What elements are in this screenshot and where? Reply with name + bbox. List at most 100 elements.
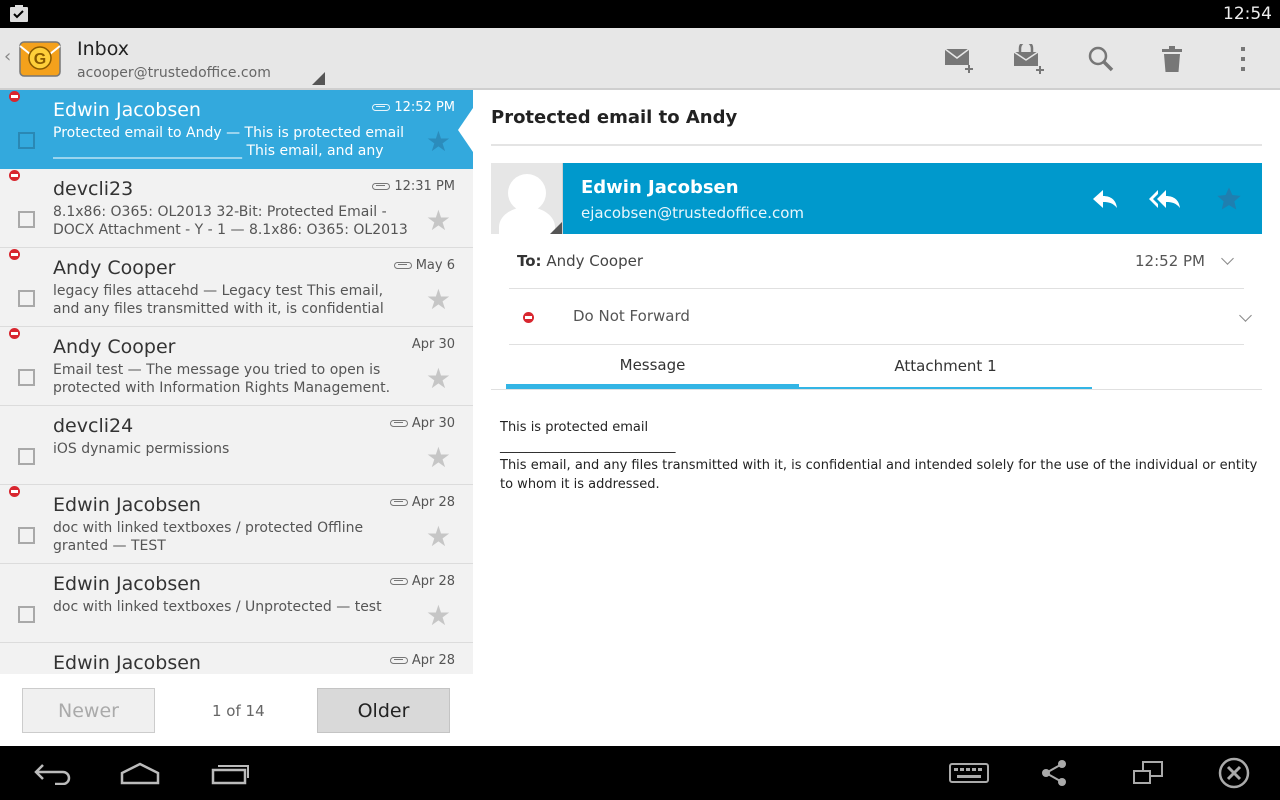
message-tabs: Message Attachment 1	[491, 345, 1262, 390]
recipients-row[interactable]: To: Andy Cooper 12:52 PM	[509, 234, 1244, 289]
message-row[interactable]: Andy Cooper legacy files attacehd — Legac…	[0, 248, 473, 327]
svg-text:G: G	[34, 51, 46, 68]
message-row[interactable]: devcli24 iOS dynamic permissions Apr 30 ★	[0, 406, 473, 485]
search-icon	[1088, 46, 1114, 72]
star-icon[interactable]: ★	[426, 286, 451, 314]
message-time: Apr 28	[411, 574, 455, 589]
favorite-button[interactable]	[1211, 181, 1247, 217]
message-time-group: Apr 28	[389, 653, 455, 668]
body-line: This is protected email	[500, 420, 649, 435]
back-button[interactable]	[28, 753, 78, 793]
select-checkbox[interactable]	[18, 606, 35, 623]
message-time-group: May 6	[393, 258, 455, 273]
select-checkbox[interactable]	[18, 369, 35, 386]
message-row[interactable]: Andy Cooper Email test — The message you …	[0, 327, 473, 406]
select-checkbox[interactable]	[18, 527, 35, 544]
message-sender: Edwin Jacobsen	[53, 494, 201, 516]
policy-row[interactable]: Do Not Forward	[509, 289, 1252, 345]
irm-protected-icon	[9, 328, 20, 339]
star-icon[interactable]: ★	[426, 365, 451, 393]
message-row[interactable]: devcli23 8.1x86: O365: OL2013 32-Bit: Pro…	[0, 169, 473, 248]
message-snippet: iOS dynamic permissions	[53, 441, 230, 457]
newer-button[interactable]: Newer	[22, 688, 155, 733]
star-icon[interactable]: ★	[426, 602, 451, 630]
action-bar: ‹ G Inbox acooper@trustedoffice.com	[0, 28, 1280, 90]
star-icon[interactable]: ★	[426, 207, 451, 235]
screen-switch-button[interactable]	[1126, 753, 1170, 793]
irm-protected-icon	[9, 249, 20, 260]
overflow-menu-button[interactable]	[1221, 38, 1265, 80]
message-list[interactable]: Edwin Jacobsen Protected email to Andy — …	[0, 90, 473, 674]
account-spinner-indicator[interactable]	[312, 72, 325, 85]
compose-protected-button[interactable]	[1008, 38, 1052, 80]
message-snippet: doc with linked textboxes / protected Of…	[53, 520, 364, 554]
message-sender: devcli23	[53, 178, 134, 200]
keyboard-button[interactable]	[945, 753, 993, 793]
search-button[interactable]	[1079, 38, 1123, 80]
irm-protected-icon	[523, 312, 534, 323]
message-time: Apr 30	[411, 337, 455, 352]
recent-apps-icon	[211, 765, 249, 785]
star-icon[interactable]: ★	[426, 128, 451, 156]
account-email[interactable]: acooper@trustedoffice.com	[77, 65, 271, 81]
message-sender: Andy Cooper	[53, 257, 176, 279]
message-time-group: 12:52 PM	[372, 100, 455, 115]
sender-avatar[interactable]	[491, 163, 563, 234]
app-logo-icon[interactable]: G	[16, 36, 64, 80]
star-icon[interactable]: ★	[426, 523, 451, 551]
message-time-group: Apr 30	[389, 416, 455, 431]
screen-switch-icon	[1133, 761, 1163, 784]
message-time-group: Apr 28	[389, 495, 455, 510]
message-row[interactable]: Edwin Jacobsen Protected email to Andy — …	[0, 90, 473, 169]
select-checkbox[interactable]	[18, 132, 35, 149]
message-row[interactable]: Edwin Jacobsen doc with linked textboxes …	[0, 485, 473, 564]
chevron-down-icon[interactable]	[1239, 309, 1252, 322]
pager: Newer 1 of 14 Older	[0, 674, 473, 746]
star-icon[interactable]: ★	[426, 444, 451, 472]
reading-pane: Protected email to Andy Edwin Jacobsen e…	[473, 90, 1280, 746]
attachment-icon	[389, 578, 408, 585]
sender-name: Edwin Jacobsen	[581, 177, 739, 198]
delete-icon	[1162, 46, 1182, 72]
home-button[interactable]	[115, 753, 165, 793]
page-count: 1 of 14	[212, 702, 265, 720]
recent-apps-button[interactable]	[205, 753, 255, 793]
irm-protected-icon	[9, 91, 20, 102]
compose-protected-icon	[1013, 44, 1044, 74]
attachment-icon	[372, 183, 391, 190]
older-button[interactable]: Older	[317, 688, 450, 733]
message-row[interactable]: Edwin Jacobsen doc with linked textboxes …	[0, 564, 473, 643]
message-time: Apr 28	[411, 653, 455, 668]
message-sender: Edwin Jacobsen	[53, 99, 201, 121]
message-sender: Edwin Jacobsen	[53, 652, 201, 674]
clipboard-notification-icon	[10, 5, 28, 22]
up-caret-icon[interactable]: ‹	[4, 46, 11, 67]
share-icon	[1042, 760, 1066, 786]
message-time: 12:52 PM	[394, 100, 455, 115]
message-time: 12:31 PM	[394, 179, 455, 194]
home-icon	[120, 762, 160, 785]
chevron-down-icon[interactable]	[1221, 252, 1234, 265]
message-row[interactable]: Edwin JacobsenApr 28★	[0, 643, 473, 674]
select-checkbox[interactable]	[18, 290, 35, 307]
status-bar: 12:54	[0, 0, 1280, 28]
tab-attachment[interactable]: Attachment 1	[799, 345, 1092, 389]
close-app-button[interactable]	[1212, 753, 1256, 793]
compose-button[interactable]	[938, 38, 982, 80]
attachment-icon	[372, 104, 391, 111]
message-time: 12:52 PM	[1135, 252, 1205, 270]
share-button[interactable]	[1035, 753, 1075, 793]
delete-button[interactable]	[1150, 38, 1194, 80]
message-snippet: Protected email to Andy — This is protec…	[53, 125, 404, 159]
select-checkbox[interactable]	[18, 448, 35, 465]
subject-divider	[491, 144, 1262, 146]
reply-button[interactable]	[1087, 181, 1123, 217]
message-snippet: legacy files attacehd — Legacy test This…	[53, 283, 384, 320]
message-time: Apr 30	[411, 416, 455, 431]
folder-title[interactable]: Inbox	[77, 38, 129, 60]
message-time: Apr 28	[411, 495, 455, 510]
select-checkbox[interactable]	[18, 211, 35, 228]
tab-message[interactable]: Message	[506, 345, 799, 389]
reply-all-button[interactable]	[1147, 181, 1183, 217]
selection-pointer	[458, 108, 473, 152]
